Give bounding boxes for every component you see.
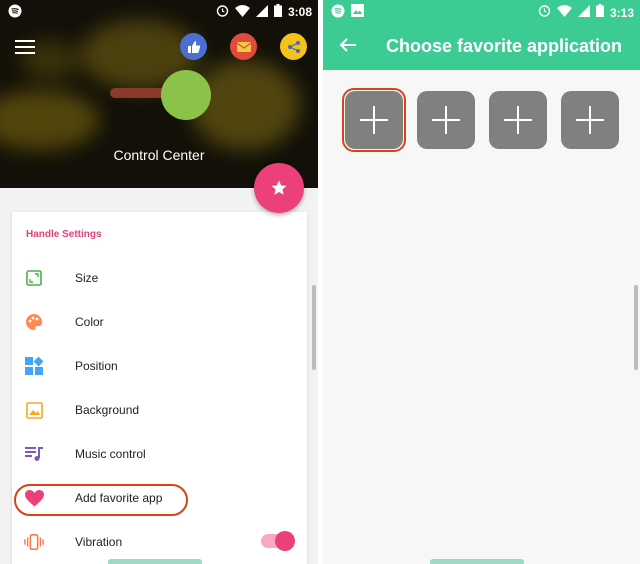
image-icon — [24, 400, 44, 420]
settings-item-label: Music control — [75, 447, 146, 461]
battery-icon — [595, 4, 604, 22]
signal-icon — [255, 4, 268, 20]
settings-item-label: Position — [75, 359, 118, 373]
scrollbar[interactable] — [634, 285, 638, 370]
bottom-handle-bar — [430, 559, 524, 564]
scrollbar[interactable] — [312, 285, 316, 370]
battery-icon — [273, 4, 282, 20]
bottom-handle-bar — [108, 559, 202, 564]
vibration-toggle[interactable] — [261, 531, 295, 551]
status-time: 3:13 — [609, 6, 634, 20]
grid-icon — [24, 356, 44, 376]
favorite-fab-button[interactable] — [254, 163, 304, 213]
settings-item-position[interactable]: Position — [12, 344, 307, 388]
back-arrow-icon[interactable] — [339, 37, 359, 55]
settings-item-color[interactable]: Color — [12, 300, 307, 344]
page-title: Control Center — [113, 147, 205, 163]
signal-icon — [577, 4, 590, 22]
thumbs-up-icon[interactable] — [180, 33, 207, 60]
settings-item-music-control[interactable]: Music control — [12, 432, 307, 476]
settings-item-size[interactable]: Size — [12, 256, 307, 300]
status-bar: 3:08 — [0, 0, 318, 24]
alarm-icon — [538, 4, 551, 22]
plus-icon — [360, 106, 388, 134]
add-favorite-app-highlight — [14, 484, 188, 516]
plus-icon — [432, 106, 460, 134]
share-icon[interactable] — [280, 33, 307, 60]
menu-icon[interactable] — [15, 40, 35, 54]
gallery-icon — [351, 4, 364, 23]
wifi-icon — [234, 4, 250, 20]
star-icon — [271, 180, 287, 195]
settings-item-background[interactable]: Background — [12, 388, 307, 432]
spotify-icon — [8, 4, 22, 21]
settings-item-label: Color — [75, 315, 104, 329]
settings-item-label: Size — [75, 271, 99, 285]
settings-item-vibration[interactable]: Vibration — [12, 520, 307, 564]
playlist-icon — [24, 444, 44, 464]
vibration-icon — [24, 532, 44, 552]
settings-item-label: Vibration — [75, 535, 123, 549]
section-title: Handle Settings — [26, 229, 102, 240]
favorite-slot-2[interactable] — [417, 91, 475, 149]
favorite-slot-1[interactable] — [345, 91, 403, 149]
resize-icon — [24, 268, 44, 288]
left-screen: 3:08 Control Center Handle Settings Size… — [0, 0, 318, 564]
alarm-icon — [216, 4, 229, 20]
handle-preview-knob[interactable] — [161, 70, 211, 120]
palette-icon — [24, 312, 44, 332]
status-time: 3:08 — [287, 5, 312, 19]
control-center-header: 3:08 Control Center — [0, 0, 318, 188]
mail-icon[interactable] — [230, 33, 257, 60]
toolbar: 3:13 Choose favorite application — [323, 0, 640, 70]
settings-item-label: Background — [75, 403, 140, 417]
right-screen: 3:13 Choose favorite application — [323, 0, 640, 564]
page-title: Choose favorite application — [386, 36, 623, 56]
spotify-icon — [331, 4, 345, 23]
plus-icon — [504, 106, 532, 134]
favorite-slot-4[interactable] — [561, 91, 619, 149]
favorite-slot-3[interactable] — [489, 91, 547, 149]
wifi-icon — [556, 4, 572, 22]
status-bar: 3:13 — [323, 0, 640, 24]
plus-icon — [576, 106, 604, 134]
toggle-thumb — [275, 531, 295, 551]
